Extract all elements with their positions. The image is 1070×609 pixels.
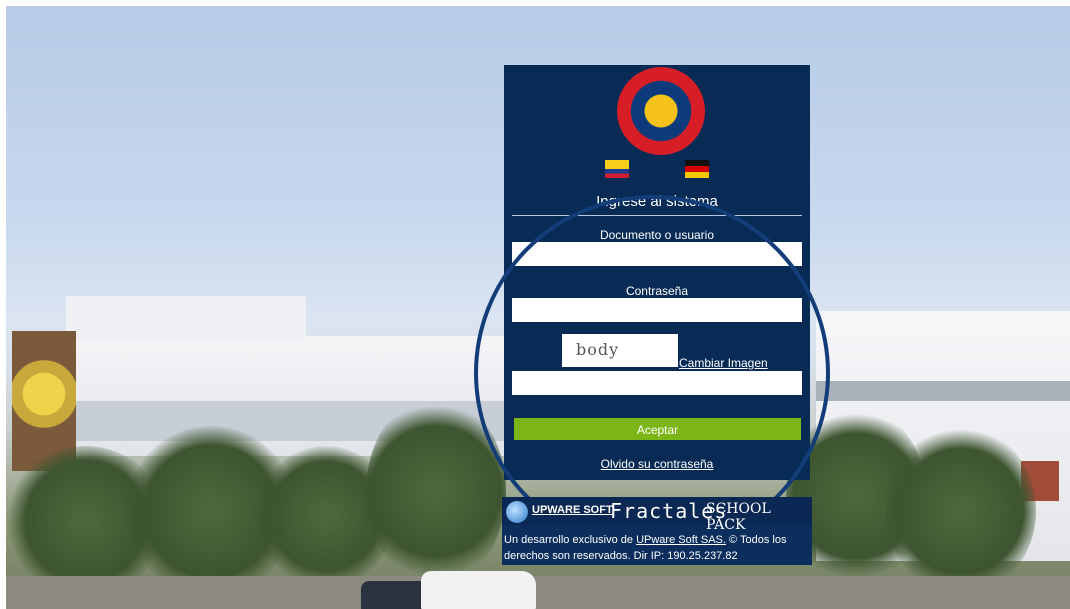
van: [421, 571, 536, 609]
login-title: Ingrese al sistema: [596, 193, 718, 210]
company-link[interactable]: UPware Soft SAS.: [636, 534, 726, 546]
upware-logo-icon: [506, 501, 528, 523]
password-label: Contraseña: [625, 284, 689, 298]
germany-flag-icon[interactable]: [685, 160, 709, 178]
accept-button[interactable]: Aceptar: [514, 418, 801, 440]
user-label: Documento o usuario: [599, 228, 715, 242]
forgot-password-link[interactable]: Olvido su contraseña: [504, 457, 810, 471]
login-panel: Ingrese al sistema Documento o usuario C…: [504, 65, 810, 480]
user-input[interactable]: [512, 242, 802, 266]
brand-bar: UPWARE SOFT Fractales SCHOOL PACK: [502, 497, 812, 533]
ip-address: 190.25.237.82: [667, 550, 738, 562]
upware-logo-text[interactable]: UPWARE SOFT: [532, 504, 613, 516]
change-image-link[interactable]: Cambiar Imagen: [679, 356, 768, 370]
footer: UPWARE SOFT Fractales SCHOOL PACK Un des…: [502, 497, 812, 565]
divider: [512, 215, 802, 216]
copyright-prefix: Un desarrollo exclusivo de: [504, 534, 634, 546]
school-crest-icon: [617, 67, 705, 155]
copyright-text: Un desarrollo exclusivo de UPware Soft S…: [504, 532, 810, 564]
captcha-input[interactable]: [512, 371, 802, 395]
colombia-flag-icon[interactable]: [605, 160, 629, 178]
schoolpack-logo: SCHOOL PACK: [706, 501, 771, 533]
password-input[interactable]: [512, 298, 802, 322]
captcha-image: body: [562, 334, 678, 367]
